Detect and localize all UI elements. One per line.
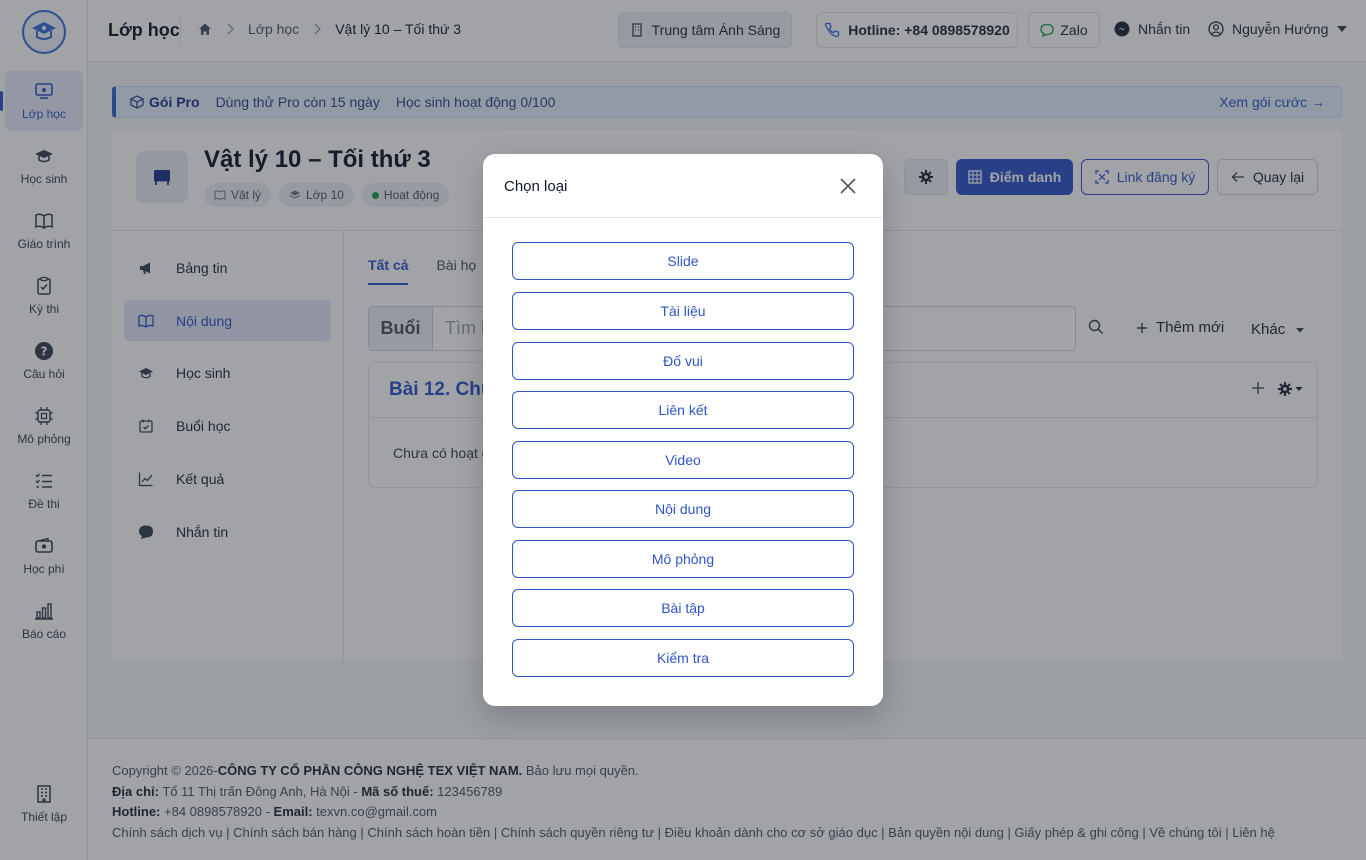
option-link-button[interactable]: Liên kết xyxy=(512,391,854,429)
option-quiz-button[interactable]: Đố vui xyxy=(512,342,854,380)
option-simulation-button[interactable]: Mô phỏng xyxy=(512,540,854,578)
option-document-button[interactable]: Tài liệu xyxy=(512,292,854,330)
modal-title: Chọn loại xyxy=(504,178,568,195)
choose-type-modal: Chọn loại Slide Tài liệu Đố vui Liên kết… xyxy=(483,154,883,706)
option-test-button[interactable]: Kiểm tra xyxy=(512,639,854,677)
close-icon[interactable] xyxy=(839,177,857,195)
option-slide-button[interactable]: Slide xyxy=(512,242,854,280)
option-exercise-button[interactable]: Bài tập xyxy=(512,589,854,627)
option-content-button[interactable]: Nội dung xyxy=(512,490,854,528)
option-video-button[interactable]: Video xyxy=(512,441,854,479)
modal-header: Chọn loại xyxy=(483,154,883,218)
